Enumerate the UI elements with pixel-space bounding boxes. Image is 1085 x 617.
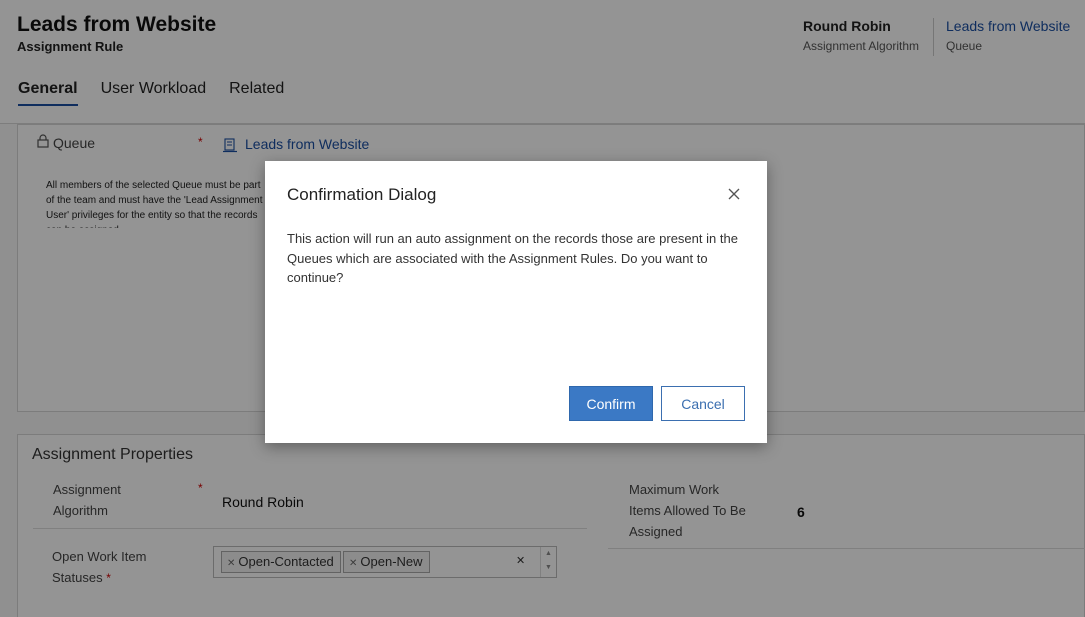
close-icon[interactable]	[727, 187, 741, 201]
confirmation-dialog: Confirmation Dialog This action will run…	[265, 161, 767, 443]
dialog-title: Confirmation Dialog	[287, 185, 437, 204]
cancel-button[interactable]: Cancel	[661, 386, 745, 421]
dialog-message: This action will run an auto assignment …	[287, 231, 738, 285]
confirm-button[interactable]: Confirm	[569, 386, 653, 421]
